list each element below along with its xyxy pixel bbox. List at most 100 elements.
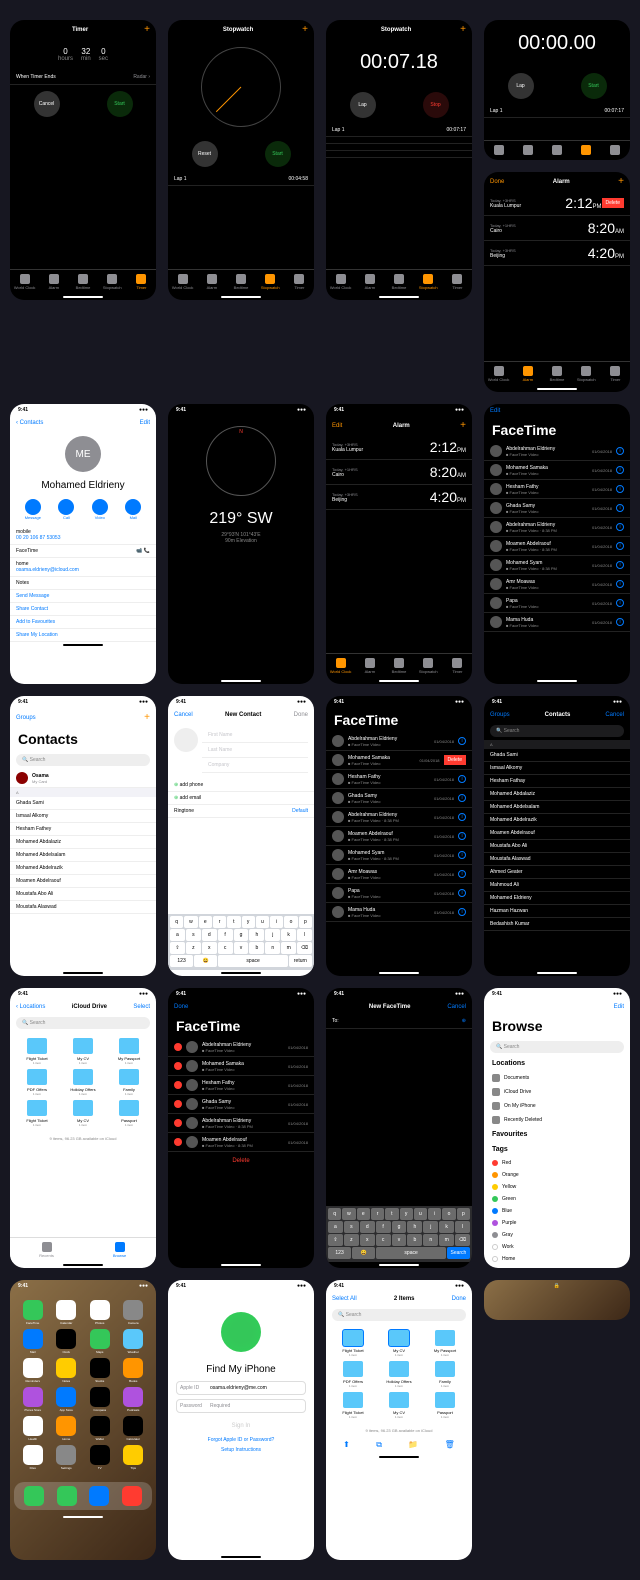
app-icon[interactable]: TV [85, 1445, 115, 1470]
contact-row[interactable]: Moamen Abdelraouf [10, 875, 156, 888]
add-phone-button[interactable]: ⊕ add phone [168, 779, 314, 792]
facetime-row[interactable]: Moamen Abdelraouf■ FaceTime Video · 8:38… [484, 537, 630, 556]
facetime-row[interactable]: Hesham Fathy■ FaceTime Video 01/04/2018 … [326, 770, 472, 789]
app-icon[interactable]: Weather [119, 1329, 149, 1354]
info-icon[interactable]: i [616, 523, 624, 531]
folder-item[interactable]: Holiday Offers1 item [378, 1361, 420, 1388]
facetime-row[interactable]: Papa■ FaceTime Video 01/04/2018 i [484, 594, 630, 613]
app-icon[interactable]: App Store [52, 1387, 82, 1412]
search-input[interactable]: 🔍 Search [16, 1017, 150, 1029]
photo-button[interactable] [174, 728, 198, 752]
contact-row[interactable]: Hazman Hazwan [484, 905, 630, 918]
app-icon[interactable]: FaceTime [18, 1300, 48, 1325]
info-icon[interactable]: i [616, 504, 624, 512]
folder-item[interactable]: PDF Offers1 item [332, 1361, 374, 1388]
facetime-row[interactable]: Mohamed Syam■ FaceTime Video · 8:38 PM 0… [326, 846, 472, 865]
app-icon[interactable]: Home [52, 1416, 82, 1441]
contact-row[interactable]: Ahmed Geater [484, 866, 630, 879]
location-row[interactable]: Documents [484, 1071, 630, 1085]
facetime-row[interactable]: Moamen Abdelraouf■ FaceTime Video · 8:38… [326, 827, 472, 846]
keyboard[interactable]: qwertyuiop asdfghjkl ⇧zxcvbnm⌫ 123😀 spac… [326, 1206, 472, 1262]
contact-row[interactable]: Moamen Abdelraouf [484, 827, 630, 840]
folder-item[interactable]: Family1 item [108, 1069, 150, 1096]
info-icon[interactable]: i [616, 447, 624, 455]
folder-item[interactable]: My CV1 item [378, 1392, 420, 1419]
facetime-row[interactable]: Mohamed Samaka■ FaceTime Video 01/04/201… [484, 461, 630, 480]
cancel-button[interactable]: Cancel [447, 1004, 466, 1010]
contact-row[interactable]: Moustafa Abo Ali [10, 888, 156, 901]
setup-link[interactable]: Setup Instructions [168, 1443, 314, 1457]
timer-ends-row[interactable]: When Timer EndsRadar › [10, 70, 156, 85]
copy-icon[interactable]: ⧉ [376, 1440, 382, 1450]
info-icon[interactable]: i [616, 580, 624, 588]
tab-alarm[interactable]: Alarm [39, 274, 68, 290]
password-input[interactable]: Required [210, 1403, 230, 1409]
first-name-input[interactable]: First Name [202, 728, 308, 743]
apple-id-input[interactable]: osama.eldrieny@me.com [210, 1385, 267, 1391]
edit-button[interactable]: Edit [614, 1004, 624, 1010]
tag-row[interactable]: Gray [484, 1229, 630, 1241]
tag-row[interactable]: Red [484, 1157, 630, 1169]
contact-row[interactable]: Bedashish Kumar [484, 918, 630, 931]
start-button[interactable]: Start [107, 91, 133, 117]
video-button[interactable] [92, 499, 108, 515]
folder-item[interactable]: My Passport1 item [108, 1038, 150, 1065]
facetime-row[interactable]: Ghada Samy■ FaceTime Video 01/04/2018 i [484, 499, 630, 518]
facetime-row[interactable]: Abdelrahman Eldrieny■ FaceTime Video 01/… [326, 732, 472, 751]
folder-icon[interactable]: 📁 [408, 1440, 418, 1450]
contact-row[interactable]: Mohamed Abdelrazik [484, 814, 630, 827]
tag-row[interactable]: Work [484, 1241, 630, 1253]
folder-item[interactable]: Passport1 item [108, 1100, 150, 1127]
folder-item[interactable]: Flight Ticket1 item [332, 1330, 374, 1357]
location-row[interactable]: On My iPhone [484, 1099, 630, 1113]
app-icon[interactable]: Reminders [18, 1358, 48, 1383]
tab-browse[interactable]: Browse [83, 1242, 156, 1258]
facetime-row[interactable]: Mama Huda■ FaceTime Video 01/04/2018 i [326, 903, 472, 922]
start-button[interactable]: Start [581, 73, 607, 99]
info-icon[interactable]: i [458, 813, 466, 821]
cancel-button[interactable]: Cancel [34, 91, 60, 117]
contact-row[interactable]: Ismaal Alkomy [484, 762, 630, 775]
app-icon[interactable]: Files [18, 1445, 48, 1470]
app-icon[interactable]: Stocks [85, 1358, 115, 1383]
contact-row[interactable]: Ghada Sami [484, 749, 630, 762]
tab-timer[interactable]: Timer [127, 274, 156, 290]
facetime-row[interactable]: Hesham Fathy■ FaceTime Video 01/04/2018 … [484, 480, 630, 499]
app-icon[interactable]: Camera [119, 1300, 149, 1325]
folder-item[interactable]: Family1 item [424, 1361, 466, 1388]
contact-row[interactable]: Mohamed Abdalaziz [10, 836, 156, 849]
contact-row[interactable]: Ismaal Alkomy [10, 810, 156, 823]
add-icon[interactable]: ⊕ [462, 1018, 466, 1024]
start-button[interactable]: Start [265, 141, 291, 167]
app-icon[interactable]: Books [119, 1358, 149, 1383]
tab-bedtime[interactable]: Bedtime [68, 274, 97, 290]
add-email-button[interactable]: ⊕ add email [168, 792, 314, 805]
app-icon[interactable]: Health [18, 1416, 48, 1441]
search-input[interactable]: 🔍 Search [16, 754, 150, 766]
app-icon[interactable]: Clock [52, 1329, 82, 1354]
lap-button[interactable]: Lap [508, 73, 534, 99]
dock-app[interactable] [24, 1486, 44, 1506]
app-icon[interactable]: iTunes Store [18, 1387, 48, 1412]
contact-row[interactable]: Hesham Fathey [10, 823, 156, 836]
app-icon[interactable]: Maps [85, 1329, 115, 1354]
app-icon[interactable]: Wallet [85, 1416, 115, 1441]
message-button[interactable] [25, 499, 41, 515]
delete-button[interactable]: Delete [444, 755, 466, 765]
contact-row[interactable]: Mohamed Abdelsalam [484, 801, 630, 814]
call-button[interactable] [58, 499, 74, 515]
dock-app[interactable] [89, 1486, 109, 1506]
contact-row[interactable]: Mohamed Abdalaziz [484, 788, 630, 801]
done-button[interactable]: Done [294, 712, 308, 718]
time-picker[interactable]: 0hours 32min 0sec [10, 39, 156, 70]
folder-item[interactable]: Flight Ticket1 item [16, 1038, 58, 1065]
info-icon[interactable]: i [458, 832, 466, 840]
tag-row[interactable]: Purple [484, 1217, 630, 1229]
done-button[interactable]: Done [452, 1296, 466, 1302]
app-icon[interactable]: Podcasts [119, 1387, 149, 1412]
done-button[interactable]: Done [174, 1004, 188, 1010]
contact-row[interactable]: Hesham Fathay [484, 775, 630, 788]
app-icon[interactable]: Compass [85, 1387, 115, 1412]
info-icon[interactable]: i [616, 466, 624, 474]
add-icon[interactable]: + [144, 24, 150, 35]
